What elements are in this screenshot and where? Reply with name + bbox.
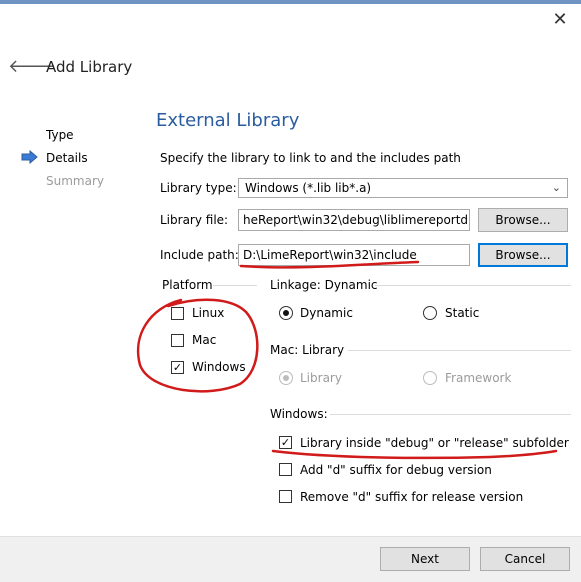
cancel-button[interactable]: Cancel (480, 547, 570, 571)
red-annotation-marks (136, 260, 558, 460)
next-button[interactable]: Next (380, 547, 470, 571)
